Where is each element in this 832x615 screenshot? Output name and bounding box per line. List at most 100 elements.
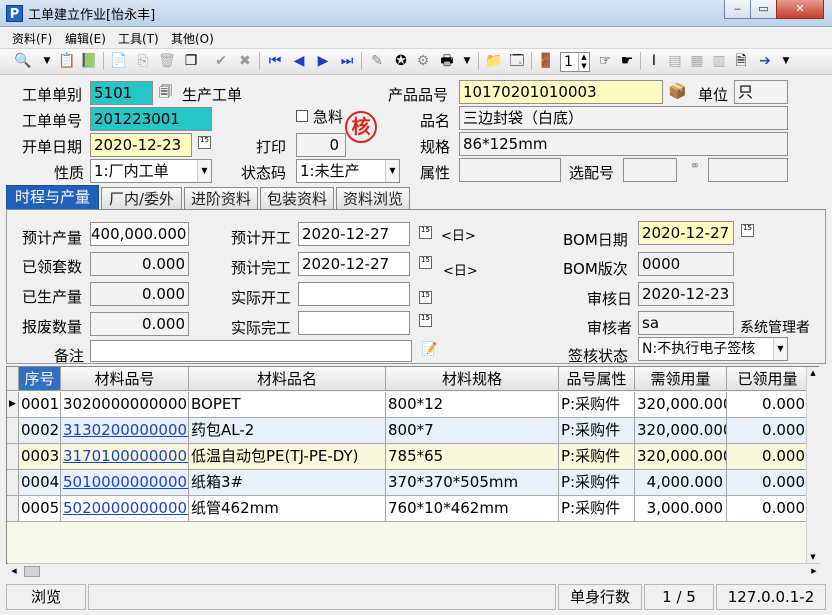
tab-packaging[interactable]: 包装资料 [260, 187, 334, 210]
grid-cell[interactable]: 0005 [19, 496, 61, 521]
product-no-field[interactable]: 10170201010003 [459, 80, 663, 104]
grid-gray-icon[interactable]: ▦ [688, 52, 706, 70]
preview-icon[interactable]: 📋 [58, 52, 76, 70]
close-button[interactable]: ✕ [776, 0, 824, 19]
col-item-no[interactable]: 材料品号 [61, 367, 189, 390]
minimize-button[interactable]: ‒ [724, 0, 751, 19]
col-spec[interactable]: 材料规格 [386, 367, 559, 390]
grid-cell[interactable]: 800*7 [386, 418, 559, 443]
calendar-icon[interactable]: 15 [419, 291, 432, 304]
grid-cell[interactable]: 30200000000000 [61, 392, 189, 417]
row-selector[interactable] [7, 496, 19, 521]
grid-cell[interactable]: 31701000000009 [61, 444, 189, 469]
grid-cell[interactable]: 0003 [19, 444, 61, 469]
attach-icon[interactable]: ✎ [368, 52, 386, 70]
menu-tools[interactable]: 工具(T) [118, 30, 159, 47]
grid-cell[interactable]: 800*12 [386, 392, 559, 417]
grid-cell[interactable]: 320,000.000 [635, 418, 727, 443]
print-icon[interactable]: 🖶 [438, 52, 456, 70]
grid-cell[interactable]: P:采购件 [559, 496, 635, 521]
calendar-icon[interactable]: 15 [419, 314, 432, 327]
scroll-thumb[interactable] [24, 566, 40, 577]
col-attr[interactable]: 品号属性 [559, 367, 635, 390]
tool-icon[interactable]: ⚙ [414, 52, 432, 70]
grid-cell[interactable]: 0.000 [727, 418, 809, 443]
text-edit-icon[interactable]: Ⅰ [645, 52, 663, 70]
grid-cell[interactable]: 0.000 [727, 392, 809, 417]
menu-other[interactable]: 其他(O) [171, 30, 214, 47]
grid-cell[interactable]: 低温自动包PE(TJ-PE-DY) [189, 444, 386, 469]
grid-cell[interactable]: 320,000.000 [635, 392, 727, 417]
duplicate-icon[interactable]: ❐ [182, 52, 200, 70]
tab-schedule[interactable]: 时程与产量 [6, 185, 99, 210]
grid-cell[interactable]: 0.000 [727, 444, 809, 469]
delete-icon[interactable]: 🗑 [158, 52, 176, 70]
confirm-icon[interactable]: ✔ [212, 52, 230, 70]
calendar-icon[interactable]: 15 [198, 136, 211, 149]
type-code-field[interactable]: 5101 [90, 81, 153, 105]
table-row[interactable]: 0005 50200000000005 纸管462mm 760*10*462mm P:采… [7, 496, 818, 522]
new-icon[interactable]: 📄 [110, 52, 128, 70]
plan-start-field[interactable]: 2020-12-27 [298, 222, 410, 246]
order-date-field[interactable]: 2020-12-23 [90, 133, 192, 157]
approve-icon[interactable]: ✪ [392, 52, 410, 70]
maximize-button[interactable]: ▭ [750, 0, 777, 19]
table-row[interactable]: 0002 31302000000004 药包AL-2 800*7 P:采购件 320,00… [7, 418, 818, 444]
grid-cell[interactable]: 纸箱3# [189, 470, 386, 495]
grid-cell[interactable]: P:采购件 [559, 470, 635, 495]
urgent-checkbox[interactable] [296, 110, 308, 122]
grid-cell[interactable]: 0.000 [727, 496, 809, 521]
lookup-icon[interactable]: 🗐 [159, 83, 172, 105]
grid-cell[interactable]: 0001 [19, 392, 61, 417]
grid-cell[interactable]: 785*65 [386, 444, 559, 469]
more-dropdown-icon[interactable]: ▼ [777, 52, 795, 70]
next-record-icon[interactable]: ▶ [314, 52, 332, 70]
col-required[interactable]: 需领用量 [635, 367, 727, 390]
scroll-right-icon[interactable]: ▶ [808, 564, 820, 579]
grid-cell[interactable]: 0004 [19, 470, 61, 495]
menu-edit[interactable]: 编辑(E) [65, 30, 106, 47]
col-seq[interactable]: 序号 [19, 367, 61, 390]
grid-cell[interactable]: 31302000000004 [61, 418, 189, 443]
goto-all-icon[interactable]: ☛ [618, 52, 636, 70]
last-record-icon[interactable]: ⏭ [338, 52, 356, 70]
actual-start-field[interactable] [298, 282, 410, 306]
doc-gray-icon[interactable]: ▤ [666, 52, 684, 70]
bom-date-field[interactable]: 2020-12-27 [638, 221, 734, 245]
horizontal-scrollbar[interactable]: ◀ ▶ [8, 563, 820, 579]
row-selector[interactable] [7, 418, 19, 443]
grid-cell[interactable]: 320,000.000 [635, 444, 727, 469]
grid-cell[interactable]: 50100000000000 [61, 470, 189, 495]
vertical-scrollbar[interactable]: ▲ ▼ [806, 367, 819, 564]
plan-end-field[interactable]: 2020-12-27 [298, 252, 410, 276]
current-row-indicator-icon[interactable]: ▶ [7, 392, 19, 417]
grid-cell[interactable]: 4,000.000 [635, 470, 727, 495]
chevron-down-icon[interactable]: ▼ [197, 160, 211, 182]
table-row[interactable]: 0004 50100000000000 纸箱3# 370*370*505mm P:采购件… [7, 470, 818, 496]
grid-cell[interactable]: 370*370*505mm [386, 470, 559, 495]
order-no-field[interactable]: 201223001 [90, 107, 212, 131]
grid-cell[interactable]: 760*10*462mm [386, 496, 559, 521]
grid-cell[interactable]: 药包AL-2 [189, 418, 386, 443]
grid-cell[interactable]: P:采购件 [559, 392, 635, 417]
plan-qty-field[interactable]: 400,000.000 [90, 222, 189, 246]
grid-cell[interactable]: 纸管462mm [189, 496, 386, 521]
dropdown-arrow-icon[interactable]: ▼ [38, 52, 56, 70]
goto-icon[interactable]: ☞ [596, 52, 614, 70]
calendar-icon[interactable]: 15 [419, 256, 432, 269]
report-icon[interactable]: 🗎 [732, 52, 750, 70]
tab-browse[interactable]: 资料浏览 [336, 187, 410, 210]
table-row[interactable]: ▶ 0001 30200000000000 BOPET 800*12 P:采购件 320,0… [7, 392, 818, 418]
arrow-right-icon[interactable]: ➔ [756, 52, 774, 70]
spinner-arrows-icon[interactable]: ▲ ▼ [578, 53, 589, 71]
cancel-icon[interactable]: ✖ [236, 52, 254, 70]
copy-record-icon[interactable]: ⎘ [134, 52, 152, 70]
grid-cell[interactable]: 3,000.000 [635, 496, 727, 521]
row-selector[interactable] [7, 470, 19, 495]
nature-select[interactable]: 1:厂内工单 ▼ [90, 159, 212, 183]
window-icon[interactable]: 🗔 [508, 52, 526, 70]
grid-cell[interactable]: P:采购件 [559, 444, 635, 469]
grid-cell[interactable]: 50200000000005 [61, 496, 189, 521]
grid-cell[interactable]: BOPET [189, 392, 386, 417]
print-dropdown-icon[interactable]: ▼ [458, 52, 476, 70]
